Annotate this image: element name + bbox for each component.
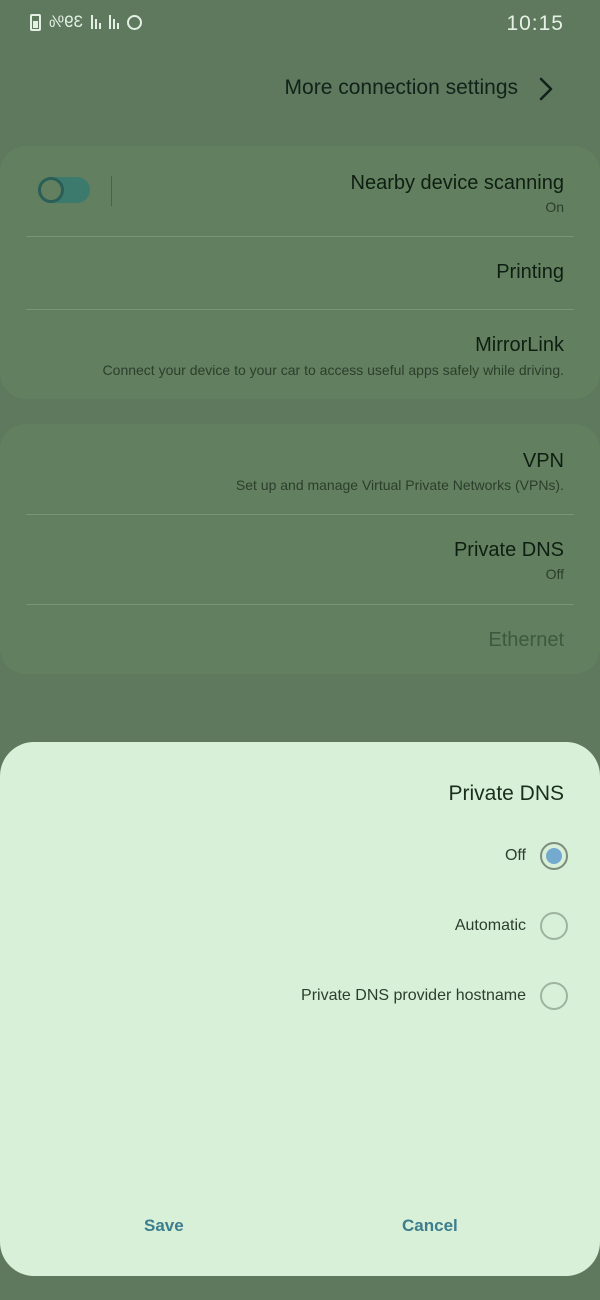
option-off[interactable]: Off: [505, 838, 568, 874]
battery-icon: [30, 13, 41, 31]
option-provider-hostname[interactable]: Private DNS provider hostname: [301, 978, 568, 1014]
row-title: Printing: [496, 261, 564, 283]
radio-selected-icon[interactable]: [540, 842, 568, 870]
option-label: Off: [504, 847, 526, 864]
settings-card-connectivity: Nearby device scanning On Printing Mirro…: [0, 146, 600, 399]
radio-unselected-icon[interactable]: [540, 912, 568, 940]
row-vpn[interactable]: VPN Set up and manage Virtual Private Ne…: [26, 424, 564, 514]
settings-card-network: VPN Set up and manage Virtual Private Ne…: [0, 424, 600, 674]
status-icons: 39%: [30, 12, 143, 32]
row-title: Private DNS: [453, 539, 564, 561]
nearby-scanning-toggle[interactable]: [38, 177, 90, 203]
row-title: Ethernet: [488, 629, 564, 651]
row-subtitle: Connect your device to your car to acces…: [102, 362, 564, 378]
row-title: Nearby device scanning: [350, 172, 564, 194]
row-title: MirrorLink: [475, 334, 564, 356]
row-ethernet[interactable]: Ethernet: [26, 605, 564, 673]
status-time: 10:15: [506, 12, 564, 35]
row-subtitle: On: [545, 199, 564, 215]
dialog-title: Private DNS: [448, 782, 564, 805]
save-button[interactable]: Save: [134, 1210, 194, 1242]
row-mirrorlink[interactable]: MirrorLink Connect your device to your c…: [26, 310, 564, 398]
private-dns-dialog: Private DNS Off Automatic Private DNS pr…: [0, 742, 600, 1276]
toggle-knob: [38, 177, 64, 203]
battery-percent: 39%: [49, 12, 84, 31]
row-subtitle: Off: [545, 566, 564, 582]
option-label: Automatic: [454, 917, 526, 934]
row-title: VPN: [522, 450, 564, 472]
row-nearby-device-scanning[interactable]: Nearby device scanning On: [26, 146, 564, 236]
page-title: More connection settings: [284, 76, 518, 99]
alarm-icon: [127, 14, 143, 30]
page-header: More connection settings: [0, 60, 600, 118]
option-label: Private DNS provider hostname: [301, 987, 526, 1004]
cancel-button[interactable]: Cancel: [392, 1210, 468, 1242]
option-automatic[interactable]: Automatic: [455, 908, 568, 944]
row-private-dns[interactable]: Private DNS Off: [26, 515, 564, 603]
radio-unselected-icon[interactable]: [540, 982, 568, 1010]
toggle-divider: [111, 176, 112, 206]
row-subtitle: Set up and manage Virtual Private Networ…: [235, 477, 564, 493]
status-bar: 10:15 39%: [0, 0, 600, 46]
row-printing[interactable]: Printing: [26, 237, 564, 309]
back-chevron-icon[interactable]: [530, 74, 560, 104]
signal-icon: [91, 15, 102, 29]
signal-icon-2: [109, 15, 120, 29]
